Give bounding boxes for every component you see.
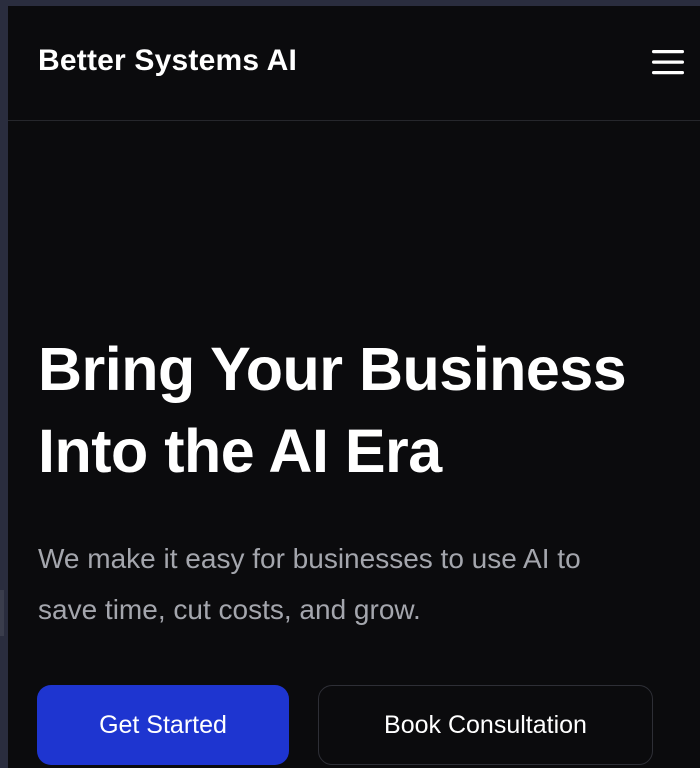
hero-subtitle: We make it easy for businesses to use AI…	[38, 533, 678, 635]
get-started-label: Get Started	[99, 710, 227, 739]
site-header: Better Systems AI	[8, 6, 700, 121]
page-viewport: Better Systems AI Bring Your Business In…	[8, 6, 700, 768]
window-edge-scroll-indicator	[0, 590, 4, 636]
hero-title-line-2: Into the AI Era	[38, 417, 442, 485]
hero-subtitle-line-2: save time, cut costs, and grow.	[38, 594, 421, 625]
hero-title-line-1: Bring Your Business	[38, 335, 627, 403]
brand-logo-text[interactable]: Better Systems AI	[38, 44, 297, 78]
hamburger-menu-icon	[644, 44, 688, 80]
hero-subtitle-line-1: We make it easy for businesses to use AI…	[38, 543, 581, 574]
get-started-button[interactable]: Get Started	[37, 685, 289, 765]
menu-button[interactable]	[644, 44, 688, 80]
hero-title: Bring Your Business Into the AI Era	[38, 328, 678, 492]
book-consultation-button[interactable]: Book Consultation	[318, 685, 653, 765]
book-consultation-label: Book Consultation	[384, 710, 587, 739]
